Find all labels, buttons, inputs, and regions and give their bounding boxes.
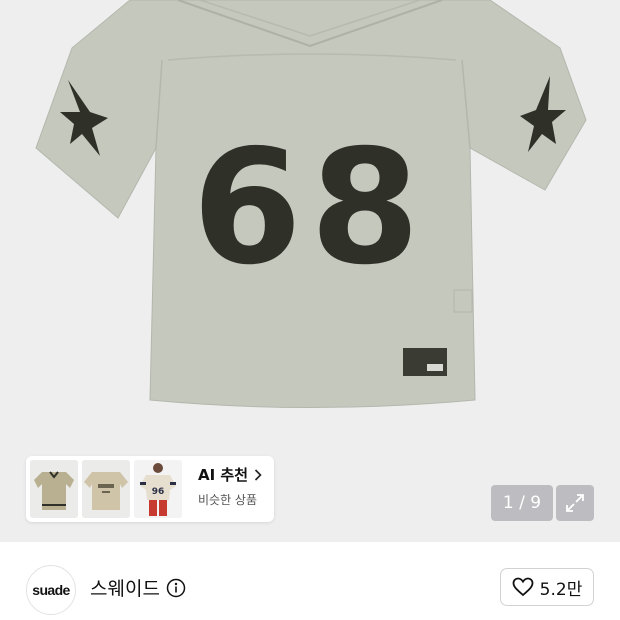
ai-recommendation-card[interactable]: 96 AI 추천 비슷한 상품 [26, 456, 274, 522]
like-count: 5.2만 [539, 579, 583, 600]
recommendation-thumbnail[interactable] [82, 460, 130, 518]
svg-text:96: 96 [152, 487, 165, 497]
ai-recommendation-title: AI 추천 [198, 466, 249, 484]
expand-button[interactable] [556, 485, 594, 521]
ai-recommendation-subtitle: 비슷한 상품 [198, 493, 258, 507]
info-icon[interactable] [166, 578, 186, 598]
heart-icon [512, 577, 534, 597]
recommendation-thumbnail[interactable] [30, 460, 78, 518]
recommendation-thumbnail[interactable]: 96 [134, 460, 182, 518]
expand-icon [566, 494, 584, 512]
product-image-gallery[interactable]: 68 96 AI 추천 비슷한 상품 1 / 9 [0, 0, 620, 542]
brand-logo[interactable]: suade [26, 565, 76, 615]
hem-label-patch [403, 348, 447, 376]
chevron-right-icon [254, 468, 262, 481]
like-button[interactable]: 5.2만 [500, 568, 594, 606]
image-counter: 1 / 9 [491, 485, 553, 521]
jersey-number: 68 [192, 116, 428, 300]
brand-name: 스웨이드 [90, 578, 160, 600]
